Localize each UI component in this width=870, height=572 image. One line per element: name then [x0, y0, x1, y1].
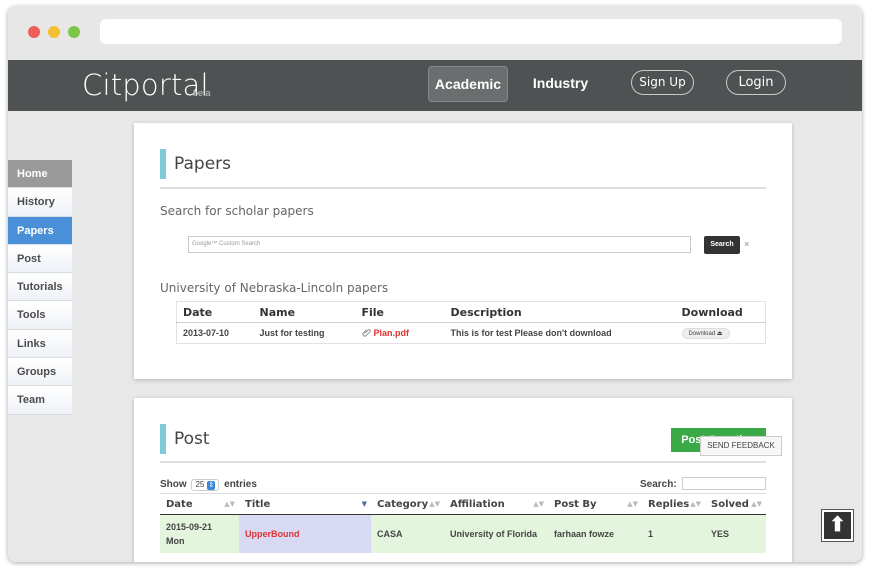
sidebar-item-groups[interactable]: Groups [8, 358, 72, 387]
sort-icon: ▲▼ [429, 500, 440, 508]
address-bar[interactable] [100, 19, 842, 44]
arrow-up-icon: ⬆ [829, 514, 846, 536]
sort-icon: ▲▼ [627, 500, 638, 508]
browser-chrome [8, 6, 862, 60]
sidebar-item-team[interactable]: Team [8, 386, 72, 415]
col-affiliation[interactable]: Affiliation ▲▼ [444, 493, 548, 515]
sidebar-item-tools[interactable]: Tools [8, 301, 72, 330]
sidebar-item-history[interactable]: History [8, 188, 72, 217]
col-replies[interactable]: Replies ▲▼ [642, 493, 705, 515]
col-description[interactable]: Description [444, 301, 676, 323]
col-file[interactable]: File [355, 301, 445, 323]
paper-description: This is for test Please don't download [450, 328, 612, 338]
table-search-input[interactable] [682, 477, 766, 490]
col-date[interactable]: Date ▲▼ [160, 493, 239, 515]
search-papers-label: Search for scholar papers [160, 204, 314, 218]
col-affiliation-label: Affiliation [450, 498, 505, 510]
post-date-value: 2015-09-21 [166, 521, 213, 532]
site-logo[interactable]: Citportal [82, 68, 209, 102]
post-affiliation: University of Florida [444, 514, 548, 553]
post-solved: YES [705, 514, 766, 553]
entries-value: 25 [195, 480, 205, 489]
col-download[interactable]: Download [675, 301, 766, 323]
table-row: 2015-09-21 Mon UpperBound CASA University… [160, 514, 766, 553]
sort-icon: ▲▼ [690, 500, 701, 508]
col-title-label: Title [245, 498, 271, 510]
sort-icon: ▲▼ [751, 500, 762, 508]
post-day: Mon [166, 535, 185, 546]
page-content: Home History Papers Post Tutorials Tools… [8, 111, 862, 562]
col-category[interactable]: Category ▲▼ [371, 493, 444, 515]
post-title: Post [160, 424, 210, 454]
close-window-dot[interactable] [28, 26, 40, 38]
paper-date: 2013-07-10 [183, 328, 230, 338]
beta-label: beta [193, 88, 211, 98]
close-icon[interactable]: × [744, 239, 749, 249]
sidebar-item-papers[interactable]: Papers [8, 216, 72, 245]
papers-table: Date Name File Description Download 2013… [176, 301, 766, 344]
papers-card: Papers Search for scholar papers Google™… [134, 123, 792, 379]
post-date: 2015-09-21 Mon [160, 514, 239, 553]
papers-title: Papers [160, 149, 231, 179]
col-solved-label: Solved [711, 498, 749, 510]
col-name[interactable]: Name [253, 301, 356, 323]
post-replies: 1 [642, 514, 705, 553]
sidebar-item-links[interactable]: Links [8, 329, 72, 359]
maximize-window-dot[interactable] [68, 26, 80, 38]
sidebar-item-post[interactable]: Post [8, 244, 72, 274]
table-search-label: Search: [640, 479, 677, 490]
col-post-by[interactable]: Post By ▲▼ [548, 493, 642, 515]
col-post-by-label: Post By [554, 498, 597, 510]
nav-industry[interactable]: Industry [523, 66, 598, 102]
nav-academic[interactable]: Academic [428, 66, 508, 102]
post-author: farhaan fowze [548, 514, 642, 553]
col-category-label: Category [377, 498, 429, 510]
signup-button[interactable]: Sign Up [631, 70, 694, 95]
side-menu: Home History Papers Post Tutorials Tools… [8, 160, 72, 415]
sort-icon: ▲▼ [533, 500, 544, 508]
post-title-link[interactable]: UpperBound [239, 514, 371, 553]
paper-file[interactable]: Plan.pdf [356, 323, 445, 344]
entries-selector: Show 25 ⇕ entries [160, 479, 257, 491]
send-feedback-button[interactable]: SEND FEEDBACK [700, 436, 782, 456]
file-link[interactable]: Plan.pdf [374, 328, 410, 338]
sidebar-item-home[interactable]: Home [8, 160, 72, 189]
scroll-to-top-button[interactable]: ⬆ [821, 509, 854, 542]
sort-desc-icon: ▼ [361, 500, 367, 508]
download-icon: ⏏ [716, 331, 723, 337]
paperclip-icon [361, 329, 371, 337]
col-date-label: Date [166, 498, 193, 510]
post-card: Post Post Question Show 25⇕ entries Sear… [134, 398, 792, 562]
col-replies-label: Replies [648, 498, 690, 510]
sort-icon: ▲▼ [224, 500, 235, 508]
post-category: CASA [371, 514, 444, 553]
entries-select[interactable]: 25 ⇕ [191, 479, 220, 491]
search-button[interactable]: Search [704, 236, 740, 254]
top-navigation: Citportal beta Academic Industry Sign Up… [8, 60, 862, 111]
col-title[interactable]: Title ▼ [239, 493, 371, 515]
posts-table: Date ▲▼ Title ▼ Category ▲▼ Affiliation ▲▼ P… [160, 493, 766, 553]
download-button[interactable]: Download ⏏ [681, 328, 730, 339]
divider [160, 461, 766, 463]
download-label: Download [688, 331, 716, 337]
minimize-window-dot[interactable] [48, 26, 60, 38]
chevron-down-icon: ⇕ [207, 481, 216, 490]
paper-name: Just for testing [259, 328, 325, 338]
col-date[interactable]: Date [176, 301, 254, 323]
show-label: Show [160, 479, 187, 490]
google-search-input[interactable]: Google™ Custom Search [188, 236, 691, 253]
entries-label: entries [224, 479, 257, 490]
table-row: 2013-07-10 Just for testing Plan.pdf Thi… [177, 323, 766, 344]
sidebar-item-tutorials[interactable]: Tutorials [8, 273, 72, 302]
col-solved[interactable]: Solved ▲▼ [705, 493, 766, 515]
divider [160, 187, 766, 189]
login-button[interactable]: Login [726, 70, 786, 95]
university-papers-label: University of Nebraska-Lincoln papers [160, 281, 389, 295]
browser-window: Citportal beta Academic Industry Sign Up… [8, 6, 862, 562]
